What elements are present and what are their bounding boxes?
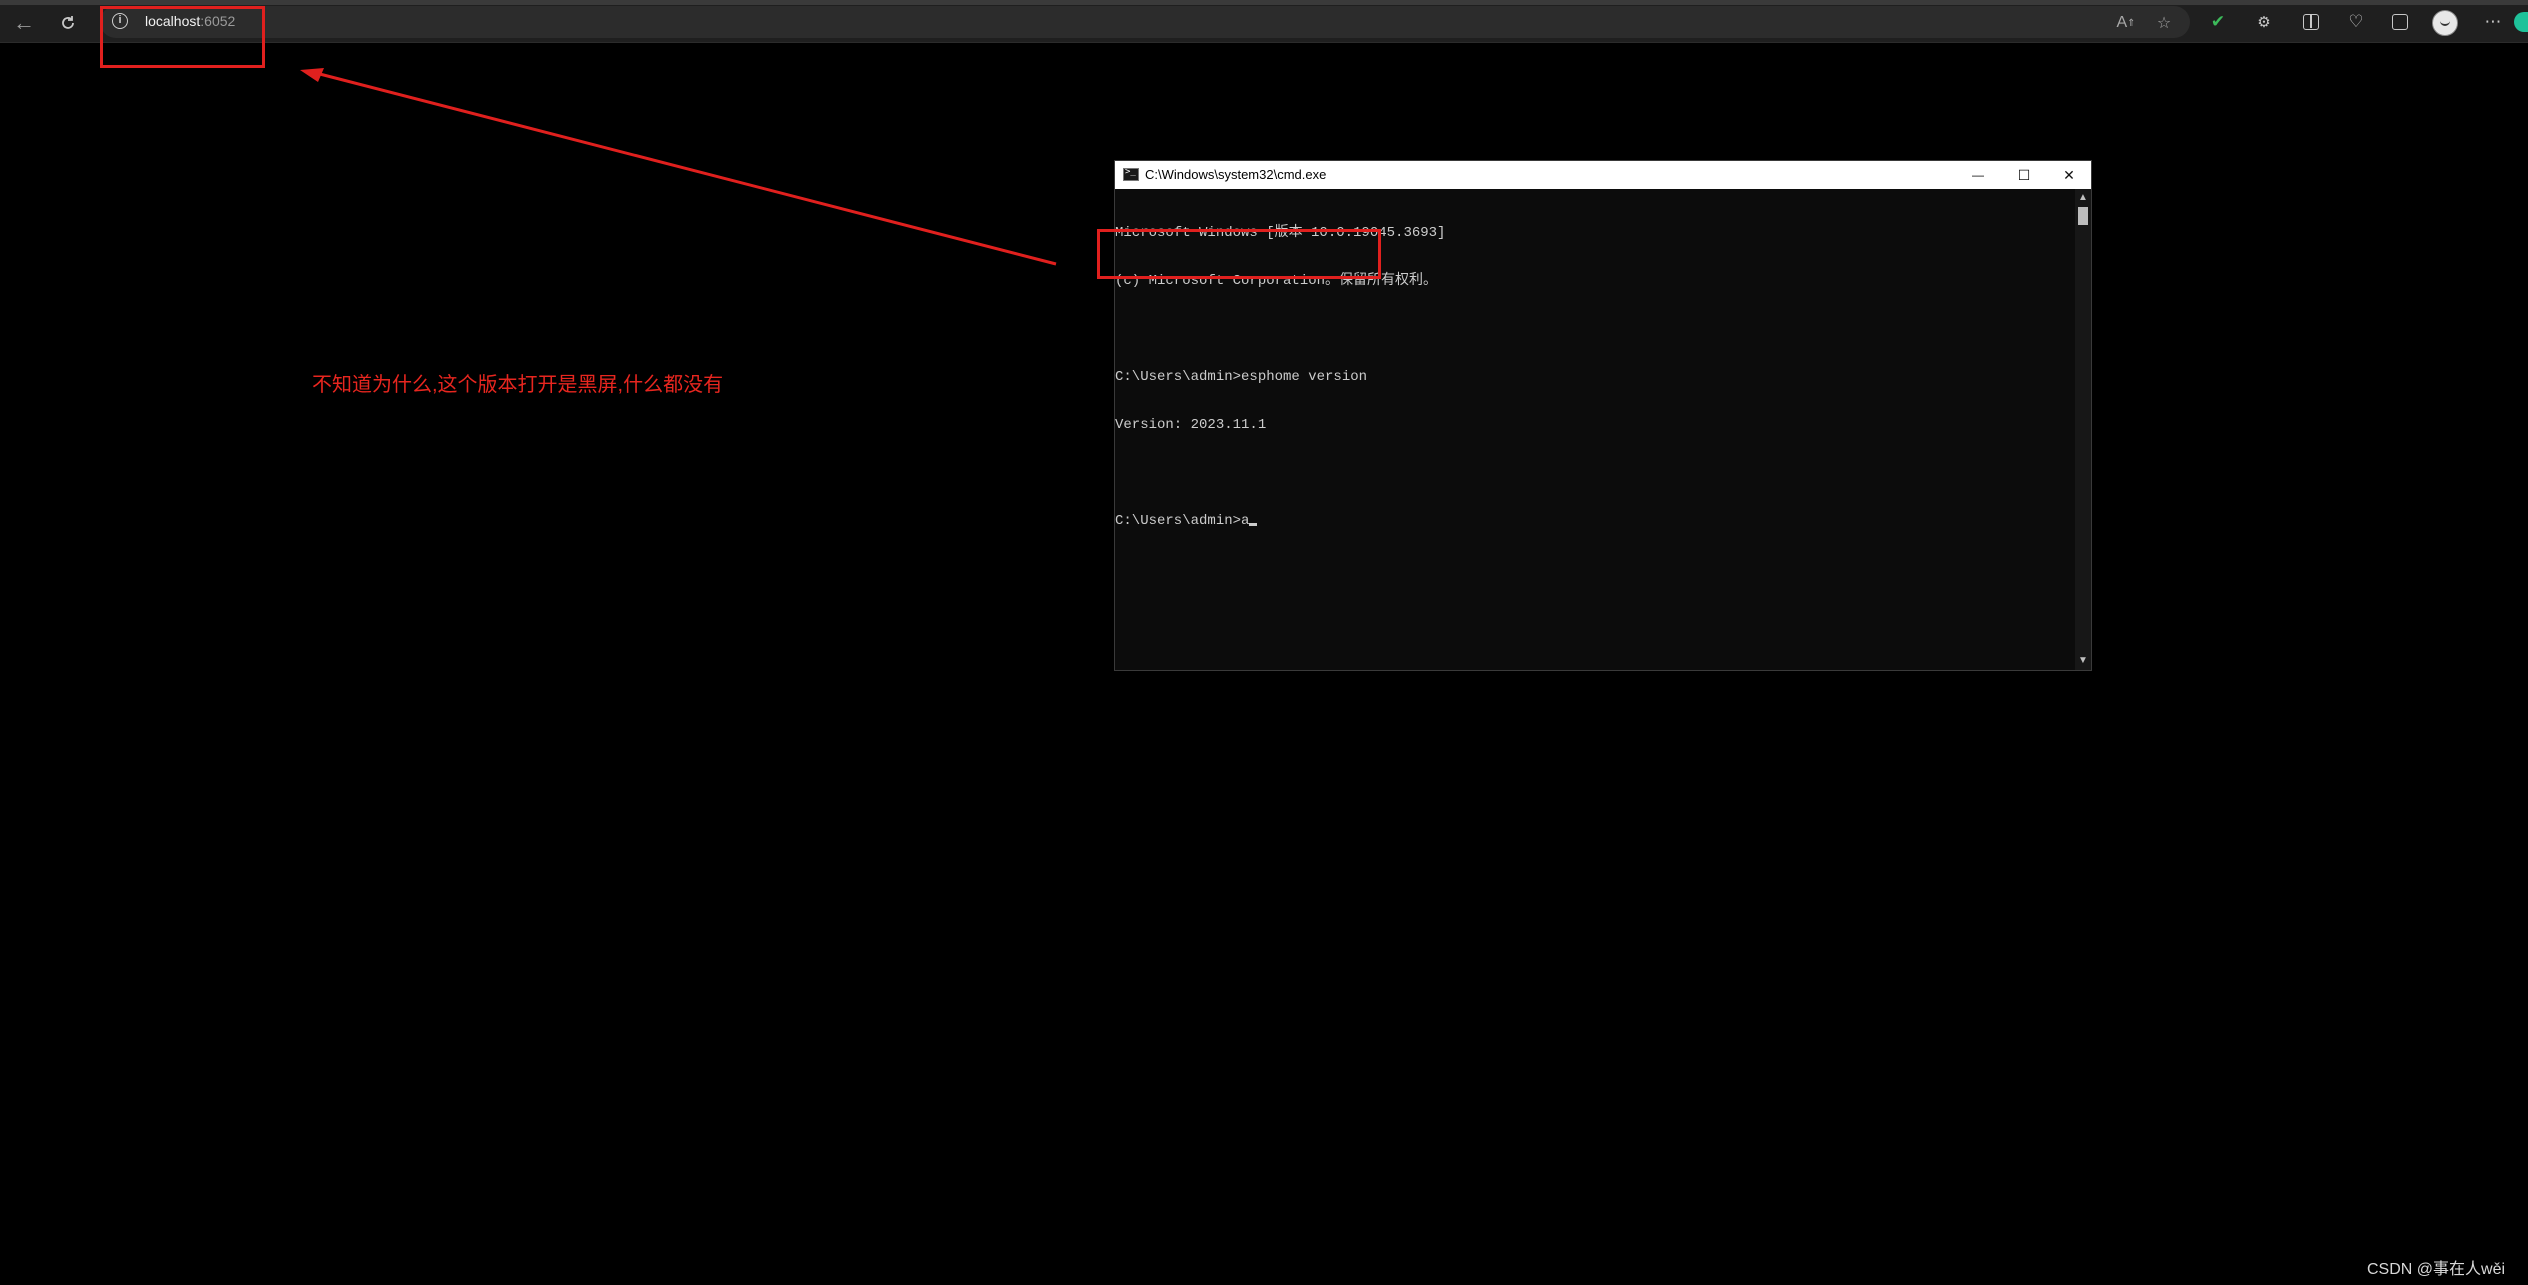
browser-toolbar: ← i localhost:6052 A ⇑ ☆ ✔ ⚙ ♡ ⋯ xyxy=(0,0,2528,43)
heart-icon[interactable]: ♡ xyxy=(2344,10,2368,34)
cmd-title: C:\Windows\system32\cmd.exe xyxy=(1145,167,1327,182)
back-arrow-icon: ← xyxy=(13,10,35,35)
minimize-icon: — xyxy=(1972,168,1984,182)
cmd-titlebar[interactable]: C:\Windows\system32\cmd.exe — ☐ ✕ xyxy=(1115,161,2091,189)
scroll-down-icon[interactable]: ▼ xyxy=(2075,654,2091,668)
minimize-button[interactable]: — xyxy=(1955,161,2001,189)
url-highlight-box xyxy=(100,6,265,68)
puzzle-icon[interactable]: ⚙ xyxy=(2252,10,2276,34)
refresh-icon xyxy=(62,16,74,29)
terminal-icon xyxy=(1123,167,1139,181)
cmd-window[interactable]: C:\Windows\system32\cmd.exe — ☐ ✕ Micros… xyxy=(1097,160,2092,671)
maximize-icon: ☐ xyxy=(2017,166,2031,183)
avatar[interactable] xyxy=(2432,10,2458,36)
close-icon: ✕ xyxy=(2063,166,2075,183)
maximize-button[interactable]: ☐ xyxy=(2001,161,2047,189)
version-highlight-box xyxy=(1097,229,1381,279)
scroll-up-icon[interactable]: ▲ xyxy=(2075,191,2091,205)
tab-strip xyxy=(0,0,2528,5)
extension-icon[interactable]: ✔ xyxy=(2206,10,2230,34)
back-button[interactable]: ← xyxy=(8,7,40,39)
star-icon[interactable]: ☆ xyxy=(2153,12,2175,34)
scrollbar[interactable]: ▲ ▼ xyxy=(2075,189,2091,670)
address-bar[interactable]: i localhost:6052 A ⇑ ☆ xyxy=(100,6,2190,38)
output-line: Version: 2023.11.1 xyxy=(1115,417,1267,433)
text-cursor xyxy=(1249,523,1258,526)
split-screen-icon[interactable] xyxy=(2299,10,2323,34)
prompt-text: C:\Users\admin>a xyxy=(1115,513,1250,529)
annotation-note: 不知道为什么,这个版本打开是黑屏,什么都没有 xyxy=(312,374,724,396)
prompt-line[interactable]: C:\Users\admin>a xyxy=(1115,513,2075,529)
read-aloud-icon[interactable]: A ⇑ xyxy=(2115,12,2137,34)
output-line: C:\Users\admin>esphome version xyxy=(1115,369,1368,385)
page: ← i localhost:6052 A ⇑ ☆ ✔ ⚙ ♡ ⋯ 不知道为什么,… xyxy=(0,0,2528,1285)
more-icon[interactable]: ⋯ xyxy=(2481,10,2505,34)
scrollbar-thumb[interactable] xyxy=(2078,207,2088,225)
watermark: CSDN @事在人wěi xyxy=(2367,1261,2506,1278)
refresh-button[interactable] xyxy=(52,7,84,39)
collections-icon[interactable] xyxy=(2388,10,2412,34)
close-button[interactable]: ✕ xyxy=(2046,161,2092,189)
sidebar-accent xyxy=(2514,12,2528,32)
